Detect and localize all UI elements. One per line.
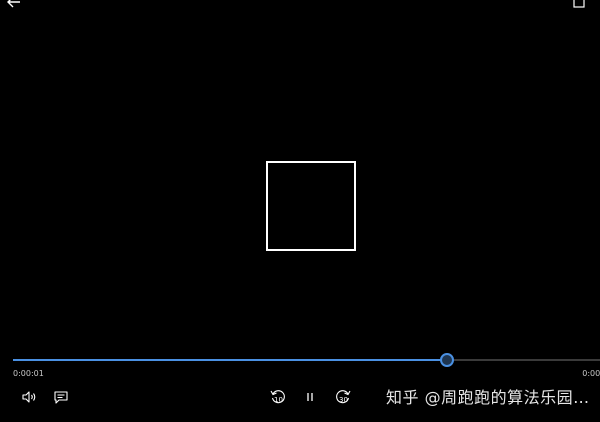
fullscreen-button[interactable] [572, 0, 586, 8]
back-arrow-icon [7, 0, 20, 8]
pause-button[interactable] [300, 387, 320, 407]
volume-button[interactable] [19, 387, 39, 407]
skip-forward-button[interactable]: 30 [332, 387, 354, 407]
subtitles-icon [54, 391, 68, 404]
seek-bar-thumb[interactable] [440, 353, 455, 367]
seek-bar-progress [13, 359, 447, 361]
back-button[interactable] [6, 0, 22, 8]
skip-back-label: 10 [274, 396, 283, 404]
skip-forward-label: 30 [339, 396, 348, 404]
skip-back-button[interactable]: 10 [267, 387, 289, 407]
pause-icon [307, 393, 313, 401]
watermark: 知乎 @周跑跑的算法乐园… [386, 388, 590, 407]
video-player: 0:00:01 0:00:0 10 [0, 0, 600, 422]
volume-icon [22, 391, 36, 403]
total-time: 0:00:0 [582, 369, 600, 378]
current-time: 0:00:01 [13, 369, 44, 378]
subtitles-button[interactable] [51, 387, 71, 407]
seek-bar[interactable] [13, 353, 600, 367]
video-content-square [266, 161, 356, 251]
fullscreen-icon [573, 0, 585, 8]
